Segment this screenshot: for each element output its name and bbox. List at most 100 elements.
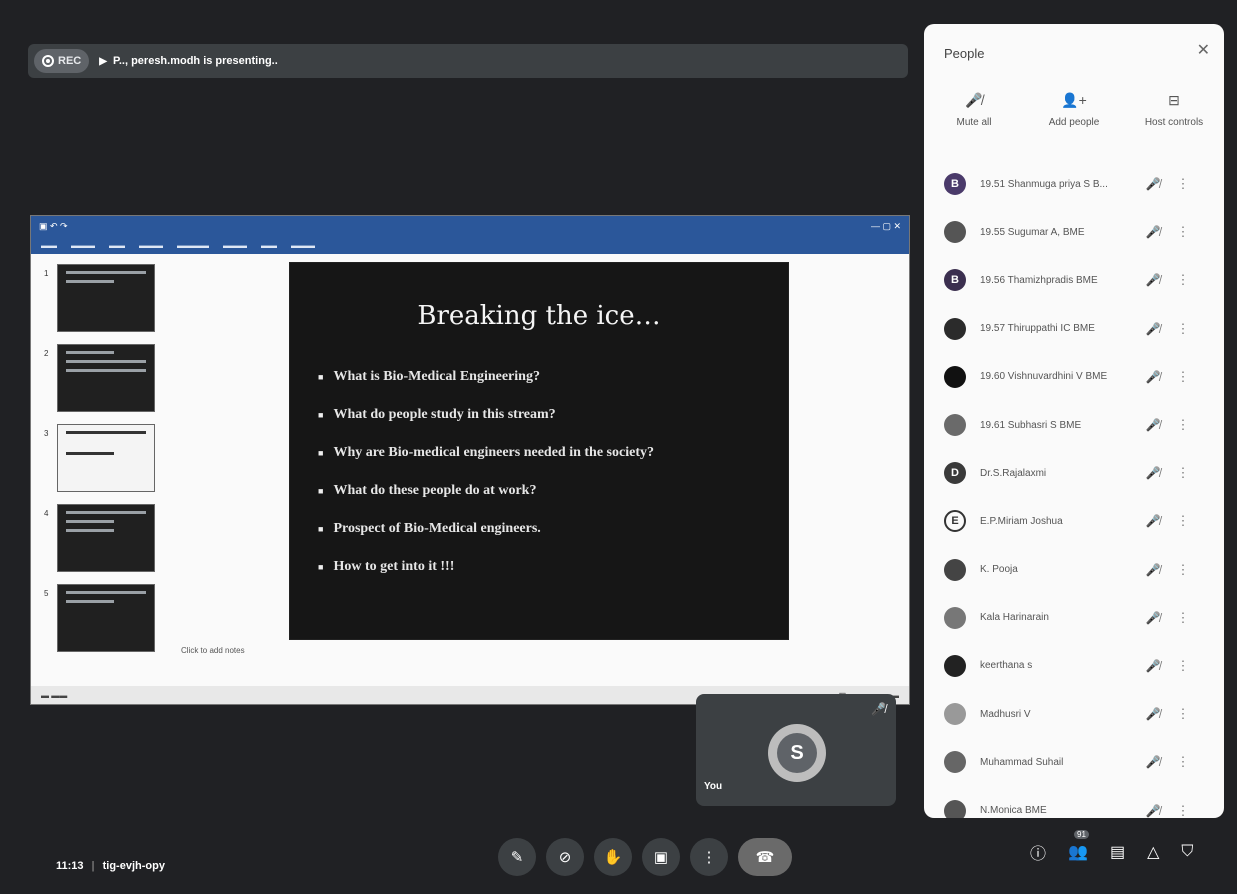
avatar (944, 221, 966, 244)
participant-row[interactable]: 19.57 Thiruppathi IC BME 🎤̸ ⋮ (924, 305, 1224, 353)
mic-off-icon[interactable]: 🎤̸ (1138, 563, 1168, 577)
more-vert-icon[interactable]: ⋮ (1168, 417, 1198, 433)
add-people-button[interactable]: 👤+ Add people (1029, 92, 1119, 128)
record-icon (42, 55, 54, 67)
thumb-number: 4 (44, 509, 49, 518)
host-controls-label: Host controls (1144, 117, 1204, 128)
more-vert-icon[interactable]: ⋮ (1168, 321, 1198, 337)
slide-bullet: What do these people do at work? (318, 483, 788, 499)
people-panel: People ✕ 🎤̸ Mute all 👤+ Add people ⊟ Hos… (924, 24, 1224, 818)
avatar: E (944, 510, 966, 533)
participant-row[interactable]: E E.P.Miriam Joshua 🎤̸ ⋮ (924, 497, 1224, 545)
participant-row[interactable]: 19.60 Vishnuvardhini V BME 🎤̸ ⋮ (924, 353, 1224, 401)
present-button[interactable]: ▣ (642, 838, 680, 876)
slide-thumbnail: 4 (44, 504, 155, 572)
host-controls-icon: ⊟ (1168, 92, 1180, 108)
ppt-workspace: 1 2 3 4 5 Breaking the ice… ■ What is Bi… (31, 254, 909, 686)
participant-name: 19.60 Vishnuvardhini V BME (980, 371, 1108, 383)
panel-title: People (944, 46, 985, 61)
host-controls-button[interactable]: ⛉ (1181, 843, 1193, 861)
meeting-info: 11:13 | tig-evjh-opy (56, 860, 165, 872)
more-vert-icon[interactable]: ⋮ (1168, 224, 1198, 240)
mic-off-icon[interactable]: 🎤̸ (1138, 466, 1168, 480)
activities-button[interactable]: △ (1147, 842, 1159, 862)
participant-row[interactable]: Muhammad Suhail 🎤̸ ⋮ (924, 738, 1224, 786)
thumb-text-line (66, 271, 146, 274)
participant-count: 91 (1074, 830, 1089, 839)
thumb-text-line (66, 360, 146, 363)
thumb-number: 1 (44, 269, 49, 278)
thumb-text-line (66, 369, 146, 372)
info-icon: ⓘ (1030, 846, 1047, 863)
participant-row[interactable]: 19.61 Subhasri S BME 🎤̸ ⋮ (924, 401, 1224, 449)
avatar (944, 558, 966, 581)
avatar (944, 654, 966, 677)
ribbon-tab: ▬▬▬▬ (177, 240, 209, 250)
ppt-menu-icon: ▣ ↶ ↷ (39, 220, 68, 231)
thumb-number: 2 (44, 349, 49, 358)
presenting-banner[interactable]: ▶ P.., peresh.modh is presenting.. (99, 55, 278, 67)
participant-row[interactable]: B 19.51 Shanmuga priya S B... 🎤̸ ⋮ (924, 160, 1224, 208)
mic-off-icon[interactable]: 🎤̸ (1138, 370, 1168, 384)
more-vert-icon[interactable]: ⋮ (1168, 562, 1198, 578)
close-panel-button[interactable]: ✕ (1197, 40, 1210, 60)
self-video-tile[interactable]: 🎤̸ S You (696, 694, 896, 806)
mic-off-icon[interactable]: 🎤̸ (1138, 418, 1168, 432)
slide-bullets: What is Bio-Medical Engineering? What do… (318, 369, 788, 575)
participant-row[interactable]: Madhusri V 🎤̸ ⋮ (924, 690, 1224, 738)
more-vert-icon[interactable]: ⋮ (1168, 176, 1198, 192)
mic-off-icon: 🎤̸ (965, 92, 983, 108)
participant-row[interactable]: B 19.56 Thamizhpradis BME 🎤̸ ⋮ (924, 256, 1224, 304)
avatar (944, 606, 966, 629)
mic-off-icon: ✎ (510, 849, 524, 866)
more-vert-icon[interactable]: ⋮ (1168, 513, 1198, 529)
mic-off-icon[interactable]: 🎤̸ (1138, 804, 1168, 818)
people-button[interactable]: 91 👥 (1068, 830, 1089, 862)
participant-name: Muhammad Suhail (980, 756, 1064, 768)
ribbon-tab: ▬▬▬ (223, 240, 247, 250)
leave-call-button[interactable]: ☎ (738, 838, 792, 876)
participant-row[interactable]: K. Pooja 🎤̸ ⋮ (924, 546, 1224, 594)
present-screen-icon: ▣ (653, 849, 669, 866)
participant-row[interactable]: D Dr.S.Rajalaxmi 🎤̸ ⋮ (924, 449, 1224, 497)
more-vert-icon[interactable]: ⋮ (1168, 706, 1198, 722)
participant-name: K. Pooja (980, 564, 1018, 576)
avatar: B (944, 269, 966, 292)
more-vert-icon[interactable]: ⋮ (1168, 610, 1198, 626)
mic-off-icon[interactable]: 🎤̸ (1138, 273, 1168, 287)
participant-row[interactable]: N.Monica BME 🎤̸ ⋮ (924, 786, 1224, 818)
more-vert-icon[interactable]: ⋮ (1168, 803, 1198, 818)
avatar: S (768, 724, 826, 782)
mic-off-icon[interactable]: 🎤̸ (1138, 225, 1168, 239)
camera-toggle-button[interactable]: ⊘ (546, 838, 584, 876)
more-vert-icon[interactable]: ⋮ (1168, 465, 1198, 481)
mic-off-icon[interactable]: 🎤̸ (1138, 755, 1168, 769)
participant-row[interactable]: 19.55 Sugumar A, BME 🎤̸ ⋮ (924, 208, 1224, 256)
more-vert-icon[interactable]: ⋮ (1168, 369, 1198, 385)
shared-screen: ▣ ↶ ↷ — ▢ ✕ ▬▬ ▬▬▬ ▬▬ ▬▬▬ ▬▬▬▬ ▬▬▬ ▬▬ ▬▬… (30, 215, 910, 705)
more-options-button[interactable]: ⋮ (690, 838, 728, 876)
more-vert-icon[interactable]: ⋮ (1168, 658, 1198, 674)
more-vert-icon[interactable]: ⋮ (1168, 272, 1198, 288)
mic-off-icon[interactable]: 🎤̸ (1138, 322, 1168, 336)
chat-button[interactable]: ▤ (1110, 842, 1125, 862)
slide-bullet: What do people study in this stream? (318, 407, 788, 423)
mute-all-button[interactable]: 🎤̸ Mute all (929, 92, 1019, 128)
avatar: D (944, 462, 966, 485)
mic-off-icon[interactable]: 🎤̸ (1138, 514, 1168, 528)
mic-off-icon[interactable]: 🎤̸ (1138, 611, 1168, 625)
participant-row[interactable]: Kala Harinarain 🎤̸ ⋮ (924, 594, 1224, 642)
host-controls-button[interactable]: ⊟ Host controls (1129, 92, 1219, 128)
info-button[interactable]: ⓘ (1030, 840, 1046, 864)
recording-indicator[interactable]: REC (34, 49, 90, 73)
mic-toggle-button[interactable]: ✎ (498, 838, 536, 876)
mic-off-icon[interactable]: 🎤̸ (1138, 177, 1168, 191)
thumb-text-line (66, 431, 146, 434)
mic-off-icon[interactable]: 🎤̸ (1138, 707, 1168, 721)
mic-off-icon[interactable]: 🎤̸ (1138, 659, 1168, 673)
more-vert-icon[interactable]: ⋮ (1168, 754, 1198, 770)
avatar (944, 317, 966, 340)
participant-name: 19.55 Sugumar A, BME (980, 226, 1085, 238)
participant-row[interactable]: keerthana s 🎤̸ ⋮ (924, 642, 1224, 690)
raise-hand-button[interactable]: ✋ (594, 838, 632, 876)
